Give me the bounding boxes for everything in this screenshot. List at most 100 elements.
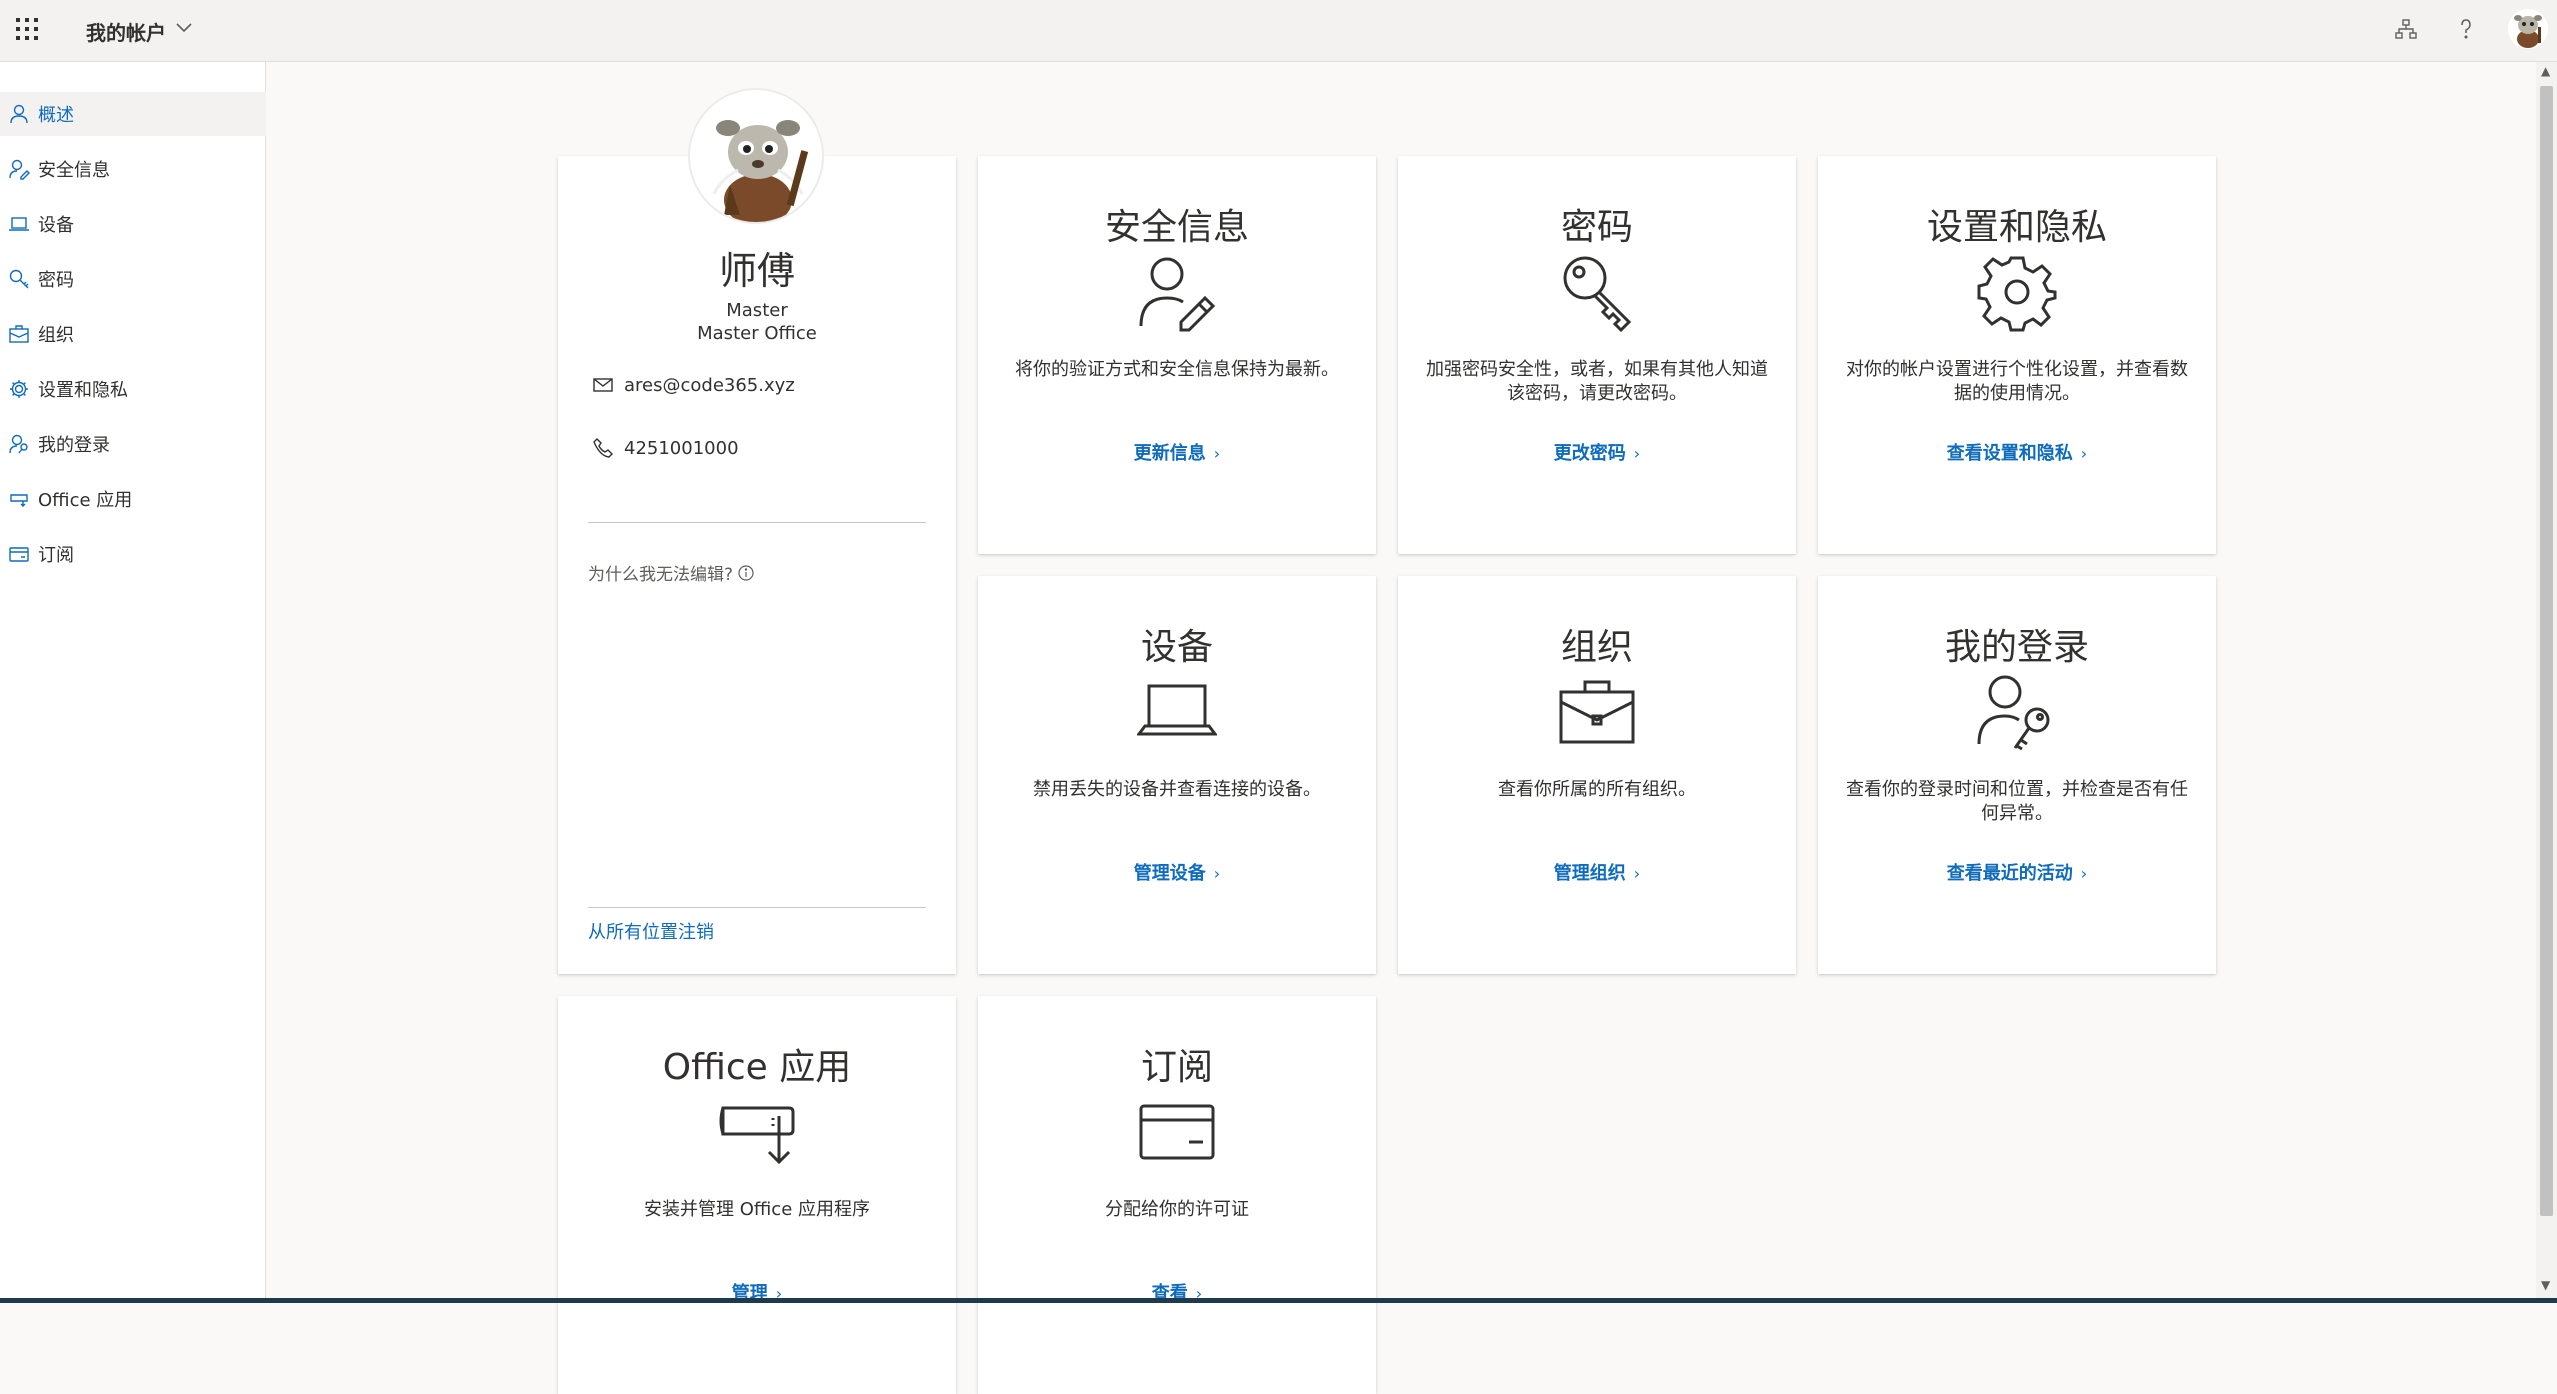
sign-out-everywhere-link[interactable]: 从所有位置注销 (588, 918, 714, 944)
sidebar-item-organizations[interactable]: 组织 (0, 312, 266, 356)
chevron-right-icon: › (1633, 864, 1641, 883)
briefcase-icon (9, 325, 29, 343)
scroll-up-icon[interactable]: ▲ (2541, 64, 2550, 78)
vertical-scrollbar[interactable]: ▲ ▼ (2536, 62, 2557, 1298)
sidebar-item-security-info[interactable]: 安全信息 (0, 147, 266, 191)
why-cant-edit-text: 为什么我无法编辑? (588, 565, 734, 585)
profile-email: ares@code365.xyz (592, 374, 795, 396)
sidebar-item-label: 组织 (38, 325, 74, 346)
sidebar-item-label: 我的登录 (38, 435, 110, 456)
sidebar-item-label: Office 应用 (38, 490, 133, 511)
user-avatar[interactable] (2508, 9, 2548, 49)
sidebar-item-overview[interactable]: 概述 (0, 92, 266, 136)
profile-card: 师傅 Master Master Office ares@code365.xyz… (558, 88, 956, 974)
settings-privacy-card: 设置和隐私 对你的帐户设置进行个性化设置，并查看数据的使用情况。 查看设置和隐私… (1818, 156, 2216, 554)
key-icon (9, 269, 29, 289)
chevron-right-icon: › (2080, 864, 2088, 883)
card-title: 订阅 (1140, 1047, 1213, 1088)
app-launcher-icon[interactable] (16, 18, 38, 40)
key-icon (1563, 256, 1632, 332)
taskbar-edge (0, 1298, 2557, 1303)
password-card: 密码 加强密码安全性，或者，如果有其他人知道该密码，请更改密码。 更改密码 › (1398, 156, 1796, 554)
scroll-down-icon[interactable]: ▼ (2541, 1278, 2550, 1292)
why-cant-edit[interactable]: 为什么我无法编辑? (588, 560, 755, 585)
link-label: 查看设置和隐私 (1946, 443, 2073, 464)
divider (588, 907, 926, 908)
person-key-icon (1977, 675, 2050, 751)
view-settings-privacy-link[interactable]: 查看设置和隐私 › (1818, 439, 2216, 465)
phone-icon (593, 438, 613, 458)
app-title[interactable]: 我的帐户 (86, 17, 166, 46)
sidebar-item-my-signins[interactable]: 我的登录 (0, 422, 266, 466)
card-description: 安装并管理 Office 应用程序 (644, 1199, 870, 1220)
sidebar-item-label: 概述 (38, 105, 74, 126)
link-label: 更新信息 (1133, 443, 1206, 464)
sidebar-item-password[interactable]: 密码 (0, 257, 266, 301)
card-title: 我的登录 (1944, 627, 2089, 668)
chevron-right-icon: › (1213, 864, 1221, 883)
sidebar-item-subscriptions[interactable]: 订阅 (0, 532, 266, 576)
card-description: 将你的验证方式和安全信息保持为最新。 (1015, 359, 1339, 380)
card-description: 查看你所属的所有组织。 (1498, 779, 1696, 800)
gear-icon (10, 380, 28, 398)
change-password-link[interactable]: 更改密码 › (1398, 439, 1796, 465)
help-icon[interactable] (2453, 16, 2479, 42)
card-icon (1139, 1104, 1215, 1160)
my-signins-card: 我的登录 查看你的登录时间和位置，并检查是否有任何异常。 查看最近的活动 › (1818, 576, 2216, 974)
profile-avatar (688, 88, 824, 224)
card-title: Office 应用 (662, 1047, 852, 1088)
scrollbar-thumb[interactable] (2540, 86, 2553, 1216)
card-description: 查看你的登录时间和位置，并检查是否有任何异常。 (1846, 779, 2188, 824)
link-label: 管理组织 (1553, 863, 1626, 884)
sidebar: 概述 安全信息 设备 密码 组织 设置和隐私 我的登录 Office 应用 订阅 (0, 62, 266, 1298)
chevron-down-icon[interactable] (174, 18, 194, 38)
divider (588, 522, 926, 523)
laptop-icon (9, 217, 29, 231)
profile-job-title: Master (726, 300, 788, 321)
chevron-right-icon: › (2080, 444, 2088, 463)
view-recent-activity-link[interactable]: 查看最近的活动 › (1818, 859, 2216, 885)
person-key-icon (9, 434, 28, 454)
profile-email-text: ares@code365.xyz (624, 374, 795, 396)
card-title: 组织 (1560, 627, 1633, 668)
office-apps-card: Office 应用 安装并管理 Office 应用程序 管理 › (558, 996, 956, 1394)
info-icon[interactable] (737, 564, 755, 582)
card-description: 禁用丢失的设备并查看连接的设备。 (1033, 779, 1321, 800)
office-apps-icon (719, 1106, 795, 1165)
chevron-right-icon: › (1213, 444, 1221, 463)
sidebar-item-devices[interactable]: 设备 (0, 202, 266, 246)
manage-devices-link[interactable]: 管理设备 › (978, 859, 1376, 885)
update-info-link[interactable]: 更新信息 › (978, 439, 1376, 465)
gear-icon (1977, 256, 2057, 332)
manage-organizations-link[interactable]: 管理组织 › (1398, 859, 1796, 885)
sidebar-item-label: 订阅 (38, 545, 74, 566)
org-chart-icon[interactable] (2393, 16, 2419, 42)
sidebar-item-office-apps[interactable]: Office 应用 (0, 477, 266, 521)
profile-name: 师傅 (718, 249, 795, 293)
card-title: 设置和隐私 (1926, 207, 2107, 248)
profile-phone-text: 4251001000 (624, 437, 739, 459)
chevron-right-icon: › (1633, 444, 1641, 463)
organizations-card: 组织 查看你所属的所有组织。 管理组织 › (1398, 576, 1796, 974)
profile-phone: 4251001000 (592, 437, 739, 459)
card-icon (9, 547, 29, 562)
card-title: 设备 (1140, 627, 1213, 668)
office-apps-icon (10, 494, 28, 507)
card-description: 加强密码安全性，或者，如果有其他人知道该密码，请更改密码。 (1426, 359, 1768, 404)
card-description: 分配给你的许可证 (1105, 1199, 1249, 1220)
top-bar: 我的帐户 (0, 0, 2557, 62)
sidebar-item-label: 安全信息 (38, 160, 110, 181)
laptop-icon (1137, 684, 1217, 736)
card-title: 安全信息 (1104, 207, 1249, 248)
security-info-card: 安全信息 将你的验证方式和安全信息保持为最新。 更新信息 › (978, 156, 1376, 554)
sidebar-item-settings-privacy[interactable]: 设置和隐私 (0, 367, 266, 411)
profile-department: Master Office (697, 323, 817, 344)
link-label: 查看最近的活动 (1946, 863, 2073, 884)
link-label: 更改密码 (1553, 443, 1626, 464)
subscriptions-card: 订阅 分配给你的许可证 查看 › (978, 996, 1376, 1394)
briefcase-icon (1559, 680, 1635, 744)
sidebar-item-label: 密码 (38, 270, 74, 291)
devices-card: 设备 禁用丢失的设备并查看连接的设备。 管理设备 › (978, 576, 1376, 974)
link-label: 管理设备 (1133, 863, 1206, 884)
security-info-icon (9, 159, 30, 180)
